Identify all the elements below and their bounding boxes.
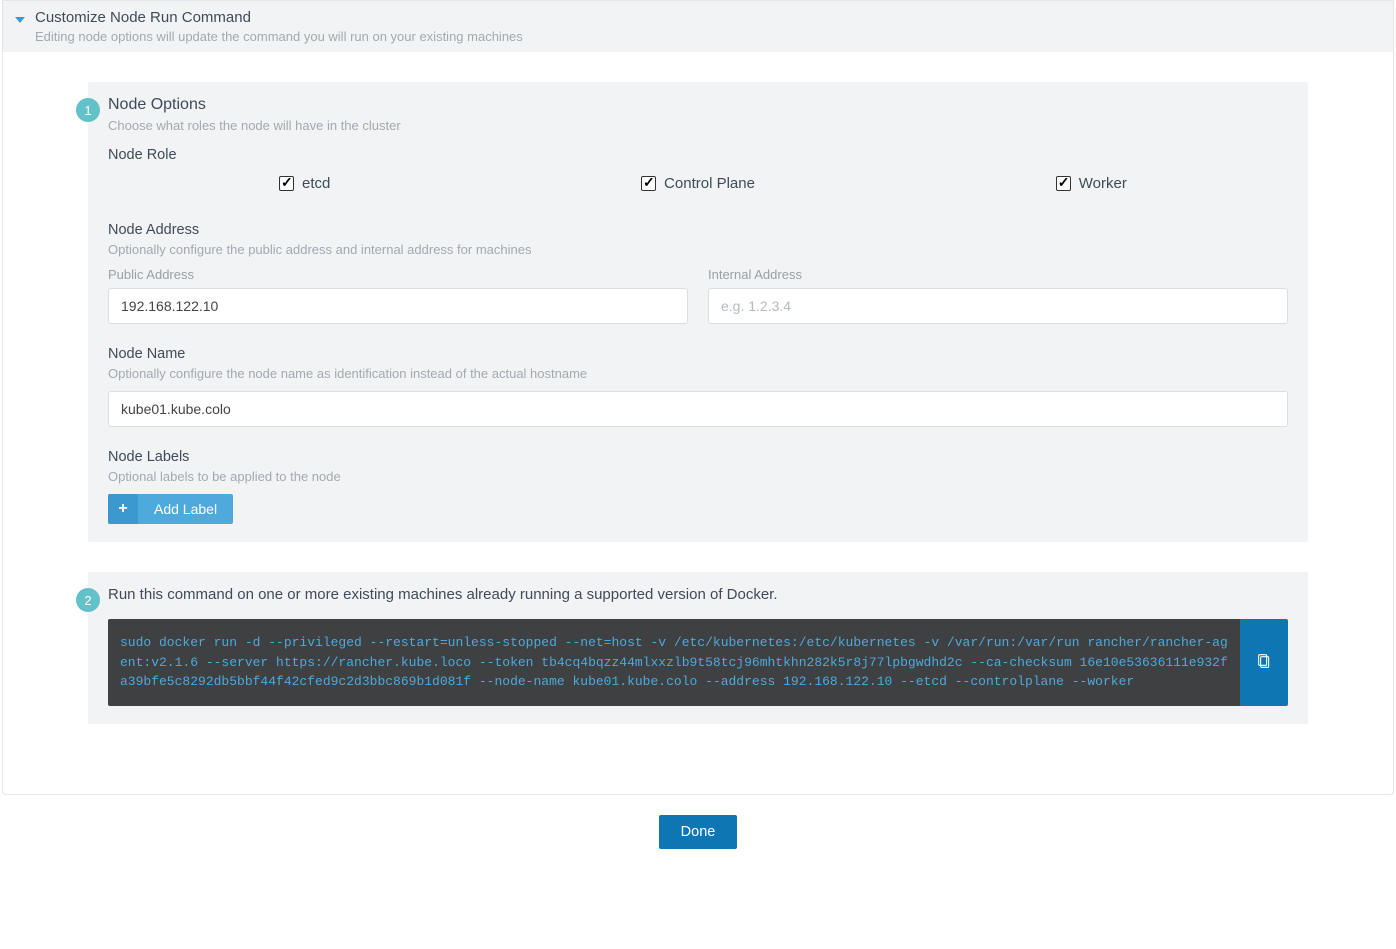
checkbox-control-plane[interactable]: Control Plane (641, 175, 755, 192)
done-button[interactable]: Done (659, 815, 738, 849)
node-name-input[interactable] (108, 391, 1288, 427)
step-1-badge: 1 (76, 98, 100, 122)
checkbox-icon (279, 176, 294, 191)
command-box: sudo docker run -d --privileged --restar… (108, 619, 1288, 706)
node-role-label: Node Role (108, 147, 1288, 163)
header-title: Customize Node Run Command (35, 9, 523, 26)
clipboard-icon (1256, 653, 1272, 671)
header-subtitle: Editing node options will update the com… (35, 29, 523, 44)
customize-node-card: Customize Node Run Command Editing node … (2, 0, 1394, 795)
step-1-subtitle: Choose what roles the node will have in … (108, 118, 1288, 133)
plus-icon: + (108, 494, 138, 524)
role-control-label: Control Plane (664, 175, 755, 192)
internal-address-input[interactable] (708, 288, 1288, 324)
card-header[interactable]: Customize Node Run Command Editing node … (3, 1, 1393, 52)
node-name-label: Node Name (108, 346, 1288, 362)
role-worker-label: Worker (1079, 175, 1127, 192)
role-etcd-label: etcd (302, 175, 330, 192)
main-body: 1 Node Options Choose what roles the nod… (3, 52, 1393, 794)
command-text[interactable]: sudo docker run -d --privileged --restar… (108, 619, 1240, 706)
caret-down-icon (15, 17, 25, 23)
step-2: 2 Run this command on one or more existi… (88, 572, 1308, 724)
add-label-button[interactable]: + Add Label (108, 494, 233, 524)
step-2-title: Run this command on one or more existing… (108, 586, 1288, 603)
step-1: 1 Node Options Choose what roles the nod… (88, 82, 1308, 542)
node-labels-label: Node Labels (108, 449, 1288, 465)
checkbox-icon (1056, 176, 1071, 191)
footer: Done (0, 797, 1396, 871)
node-role-group: etcd Control Plane Worker (108, 167, 1288, 208)
public-address-label: Public Address (108, 267, 688, 282)
step-2-badge: 2 (76, 588, 100, 612)
internal-address-label: Internal Address (708, 267, 1288, 282)
add-label-text: Add Label (138, 494, 233, 524)
node-address-label: Node Address (108, 222, 1288, 238)
checkbox-etcd[interactable]: etcd (279, 175, 330, 192)
checkbox-worker[interactable]: Worker (1056, 175, 1127, 192)
step-1-title: Node Options (108, 96, 1288, 114)
public-address-input[interactable] (108, 288, 688, 324)
node-labels-desc: Optional labels to be applied to the nod… (108, 469, 1288, 484)
node-address-desc: Optionally configure the public address … (108, 242, 1288, 257)
node-name-desc: Optionally configure the node name as id… (108, 366, 1288, 381)
checkbox-icon (641, 176, 656, 191)
copy-button[interactable] (1240, 619, 1288, 706)
